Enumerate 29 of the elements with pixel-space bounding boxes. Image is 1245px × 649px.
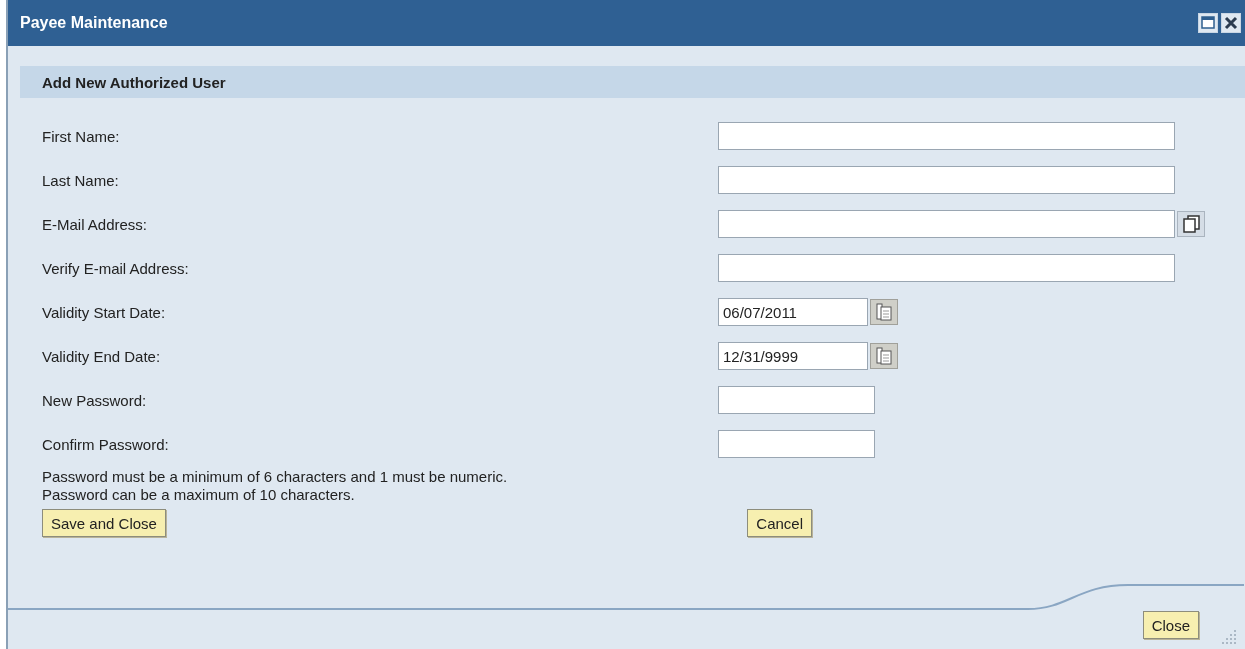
- field-label: Verify E-mail Address:: [42, 259, 190, 277]
- input-field[interactable]: [718, 210, 1175, 238]
- window-title: Payee Maintenance: [20, 14, 168, 32]
- section-title: Add New Authorized User: [42, 73, 226, 91]
- close-button[interactable]: Close: [1142, 611, 1199, 639]
- field-label: Validity Start Date:: [42, 303, 167, 321]
- field-label: Confirm Password:: [42, 435, 170, 453]
- save-and-close-button[interactable]: Save and Close: [42, 509, 166, 537]
- field-label: E-Mail Address:: [42, 215, 149, 233]
- input-field[interactable]: [718, 122, 1175, 150]
- maximize-icon[interactable]: [1198, 13, 1218, 33]
- calendar-icon[interactable]: [870, 343, 898, 369]
- password-hint: Password must be a minimum of 6 characters and 1 must be numeric.: [42, 468, 509, 486]
- password-hint: Password can be a maximum of 10 characters.: [42, 486, 356, 504]
- date-field[interactable]: 12/31/9999: [718, 342, 868, 370]
- password-field[interactable]: [718, 386, 875, 414]
- calendar-icon[interactable]: [870, 299, 898, 325]
- cancel-button[interactable]: Cancel: [747, 509, 812, 537]
- field-label: Validity End Date:: [42, 347, 162, 365]
- resize-grip-icon[interactable]: [1221, 629, 1237, 645]
- field-label: Last Name:: [42, 171, 120, 189]
- field-label: First Name:: [42, 127, 121, 145]
- field-label: New Password:: [42, 391, 148, 409]
- copy-icon[interactable]: [1177, 211, 1205, 237]
- input-field[interactable]: [718, 254, 1175, 282]
- close-icon[interactable]: [1221, 13, 1241, 33]
- input-field[interactable]: [718, 166, 1175, 194]
- date-field[interactable]: 06/07/2011: [718, 298, 868, 326]
- password-field[interactable]: [718, 430, 875, 458]
